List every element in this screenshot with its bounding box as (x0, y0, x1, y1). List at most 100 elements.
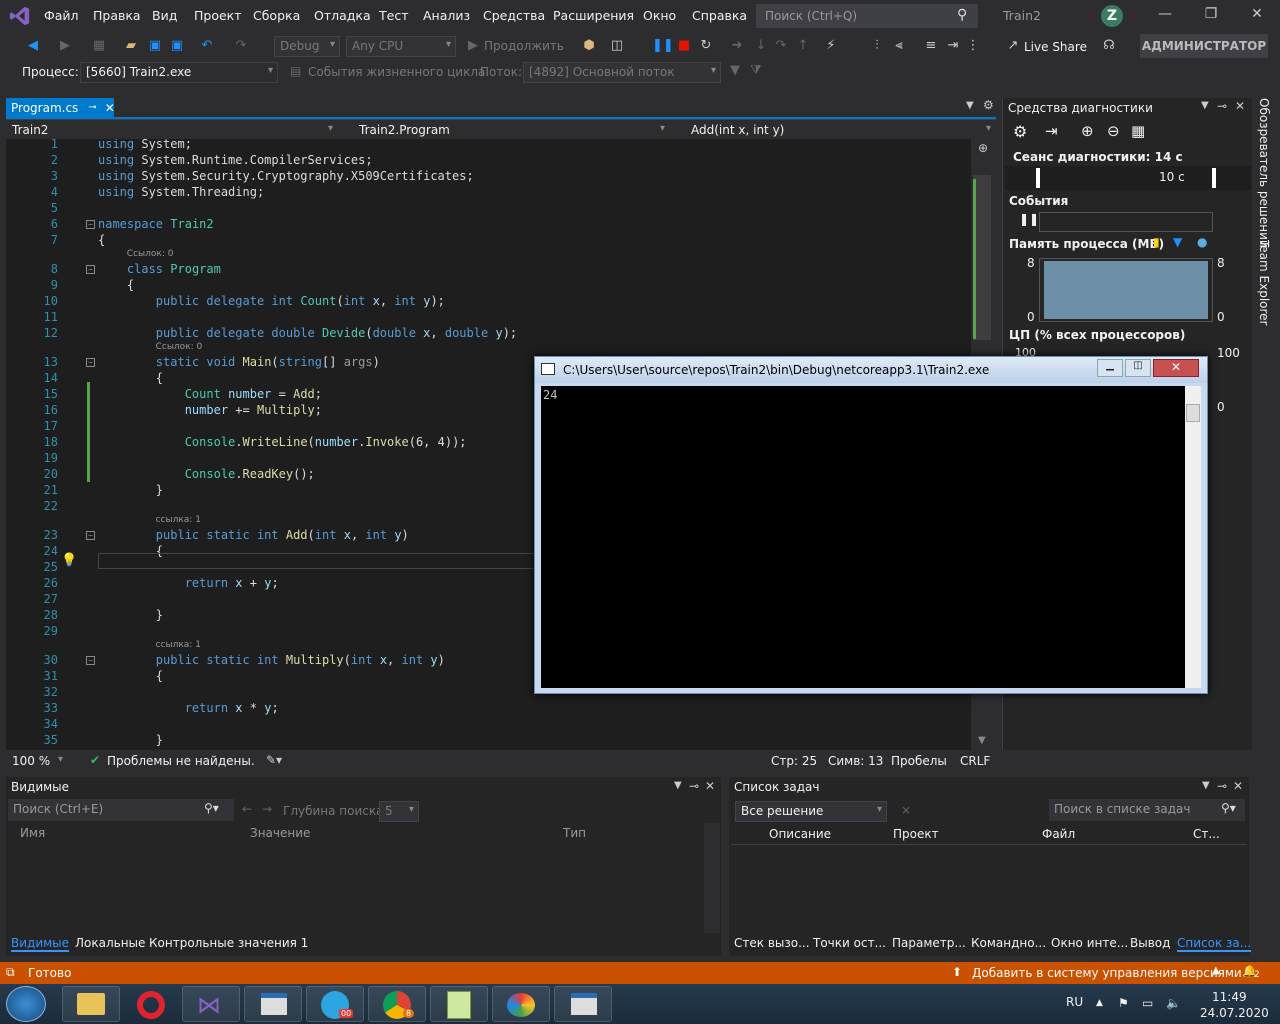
fold-toggle-icon[interactable]: − (86, 531, 95, 540)
clock-date[interactable]: 24.07.2020 (1200, 1006, 1269, 1020)
tab-close-icon[interactable]: ✕ (105, 101, 115, 115)
live-share-icon[interactable]: ↗ (1004, 37, 1022, 55)
col-description[interactable]: Описание (769, 827, 831, 841)
step-over-icon[interactable]: ↷ (772, 37, 790, 55)
panel-menu-icon[interactable]: ▼ (1202, 780, 1210, 791)
settings-gear-icon[interactable]: ⚙ (983, 98, 994, 112)
tab-exception-settings[interactable]: Параметр... (892, 936, 966, 950)
taskbar-opera[interactable] (122, 986, 180, 1022)
code-line[interactable]: 9 { (6, 278, 966, 294)
toolbar-options-icon[interactable]: ⋮ (964, 37, 982, 55)
memory-chart[interactable] (1039, 258, 1213, 322)
code-line[interactable]: 35 } (6, 733, 966, 749)
close-icon[interactable]: ✕ (1233, 779, 1243, 793)
redo-icon[interactable]: ↷ (232, 37, 250, 55)
fold-toggle-icon[interactable]: − (86, 220, 95, 229)
bookmark-icon[interactable]: ≡ (922, 37, 940, 55)
depth-select[interactable]: 5 (379, 801, 419, 822)
language-indicator[interactable]: RU (1066, 995, 1083, 1009)
config-select[interactable]: Debug (274, 36, 340, 57)
console-minimize-icon[interactable]: ▁ (1097, 359, 1123, 377)
column-indicator[interactable]: Симв: 13 (828, 754, 883, 768)
code-line[interactable]: 1 using System; (6, 139, 966, 153)
split-icon[interactable]: ⊕ (978, 141, 988, 155)
nav-class-select[interactable]: Train2.Program (340, 120, 670, 141)
eol-indicator[interactable]: CRLF (960, 754, 990, 768)
col-file[interactable]: Файл (1042, 827, 1075, 841)
menu-tools[interactable]: Средства (483, 8, 545, 23)
search-forward-icon[interactable]: → (262, 802, 272, 816)
fold-toggle-icon[interactable]: − (86, 358, 95, 367)
network-icon[interactable]: ▭ (1142, 996, 1153, 1010)
source-control-icon[interactable]: ⬆ (952, 965, 962, 979)
tab-command-window[interactable]: Командно... (971, 936, 1046, 950)
pin-icon[interactable]: ⊸ (88, 102, 96, 113)
process-select[interactable]: [5660] Train2.exe (80, 62, 278, 83)
code-line[interactable]: 34 (6, 717, 966, 733)
nav-project-select[interactable]: Train2 (6, 120, 338, 141)
export-icon[interactable]: ⇥ (1045, 122, 1058, 140)
autos-scrollbar[interactable] (704, 823, 720, 933)
console-output[interactable]: 24 (541, 386, 1201, 688)
comment-icon[interactable]: ⫶ (868, 37, 886, 55)
pin-icon[interactable]: ⊸ (689, 779, 699, 793)
pause-icon[interactable]: ❚❚ (652, 37, 674, 55)
taskbar-window-b[interactable] (554, 986, 612, 1022)
col-name[interactable]: Имя (20, 826, 45, 840)
minimize-icon[interactable]: — (1150, 6, 1180, 26)
forward-icon[interactable]: ▶ (56, 37, 74, 55)
console-scrollbar[interactable] (1185, 386, 1201, 688)
timeline-ruler[interactable]: 10 с (1005, 166, 1251, 190)
back-icon[interactable]: ◀ (24, 37, 42, 55)
save-all-icon[interactable]: ▣ (168, 37, 186, 55)
thread-select[interactable]: [4892] Основной поток (523, 62, 721, 83)
new-item-icon[interactable]: ▦ (90, 37, 108, 55)
search-back-icon[interactable]: ← (242, 802, 252, 816)
taskbar-notepad[interactable] (430, 986, 488, 1022)
restart-icon[interactable]: ↻ (697, 37, 715, 55)
taskbar-paint[interactable] (492, 986, 550, 1022)
events-heading[interactable]: События (1009, 194, 1068, 208)
codelens-references[interactable]: ссылка: 1 (156, 515, 201, 525)
codelens-references[interactable]: ссылка: 1 (156, 640, 201, 650)
feedback-icon[interactable]: ☊ (1100, 37, 1118, 55)
code-line[interactable]: 3 using System.Security.Cryptography.X509… (6, 169, 966, 185)
tray-expand-icon[interactable]: ▲ (1096, 998, 1103, 1008)
line-indicator[interactable]: Стр: 25 (771, 754, 817, 768)
uncomment-icon[interactable]: ⫷ (890, 37, 908, 55)
stop-icon[interactable]: ■ (675, 37, 693, 55)
tab-watch[interactable]: Контрольные значения 1 (149, 936, 308, 950)
menu-view[interactable]: Вид (152, 8, 177, 23)
menu-debug[interactable]: Отладка (314, 8, 371, 23)
settings-icon[interactable]: ⚙ (1013, 122, 1027, 141)
timeline-end-handle[interactable] (1212, 168, 1216, 188)
cleanup-icon[interactable]: ✎▾ (266, 753, 282, 767)
close-icon[interactable]: ✕ (1235, 99, 1245, 113)
task-search-input[interactable]: Поиск в списке задач (1049, 799, 1245, 821)
zoom-select[interactable]: 100 % (6, 751, 68, 772)
fold-toggle-icon[interactable]: − (86, 265, 95, 274)
menu-project[interactable]: Проект (194, 8, 242, 23)
autos-search-input[interactable]: Поиск (Ctrl+E) (8, 799, 234, 821)
menu-extensions[interactable]: Расширения (553, 8, 634, 23)
codelens-references[interactable]: Ссылок: 0 (127, 249, 174, 259)
taskbar-telegram[interactable]: 00 (306, 986, 364, 1022)
solution-explorer-tab[interactable]: Обозреватель решений (1257, 98, 1271, 248)
tab-immediate-window[interactable]: Окно инте... (1051, 936, 1128, 950)
fold-toggle-icon[interactable]: − (86, 656, 95, 665)
restore-icon[interactable]: ❐ (1196, 6, 1226, 26)
search-icon[interactable]: ⚲▾ (204, 801, 219, 815)
taskbar-window-a[interactable] (244, 986, 302, 1022)
tab-list-icon[interactable]: ▼ (966, 100, 974, 111)
menu-build[interactable]: Сборка (253, 8, 300, 23)
panel-menu-icon[interactable]: ▼ (1201, 100, 1209, 111)
tab-locals[interactable]: Локальные (75, 936, 145, 950)
menu-test[interactable]: Тест (379, 8, 408, 23)
problems-status[interactable]: Проблемы не найдены. (107, 754, 255, 768)
spaces-indicator[interactable]: Пробелы (891, 754, 947, 768)
live-share-button[interactable]: Live Share (1024, 40, 1087, 54)
quick-search-input[interactable]: Поиск (Ctrl+Q) (756, 4, 978, 28)
step-out-icon[interactable]: ↑ (794, 37, 812, 55)
code-line[interactable]: 5 (6, 201, 966, 217)
menu-help[interactable]: Справка (692, 8, 747, 23)
